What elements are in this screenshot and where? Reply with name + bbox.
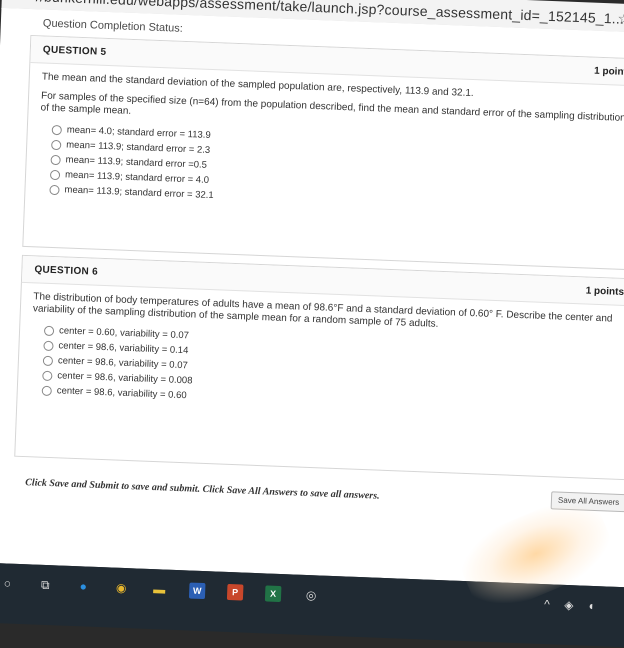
question-5-panel: QUESTION 5 1 points The mean and the sta…: [22, 34, 624, 271]
question-5-body: The mean and the standard deviation of t…: [25, 63, 624, 227]
chevron-up-icon[interactable]: ^: [539, 596, 556, 613]
volume-icon[interactable]: ◖: [583, 598, 600, 615]
question-6-points: 1 points: [585, 285, 624, 298]
excel-icon[interactable]: X: [264, 585, 282, 603]
bookmark-star-icon[interactable]: ☆: [617, 10, 624, 29]
save-all-answers-button[interactable]: Save All Answers: [550, 491, 624, 513]
task-view-icon[interactable]: ⧉: [37, 577, 54, 594]
radio-button[interactable]: [42, 355, 54, 366]
media-icon[interactable]: ◎: [303, 587, 320, 604]
question-5-title: QUESTION 5: [42, 44, 107, 58]
question-6-panel: QUESTION 6 1 points The distribution of …: [14, 254, 624, 481]
radio-button[interactable]: [49, 184, 60, 195]
option-label: mean= 113.9; standard error = 32.1: [64, 183, 214, 201]
save-instructions: Click Save and Submit to save and submit…: [25, 477, 380, 502]
radio-button[interactable]: [43, 340, 54, 351]
chrome-icon[interactable]: ◉: [113, 580, 130, 597]
word-icon[interactable]: W: [188, 582, 206, 600]
question-6-body: The distribution of body temperatures of…: [17, 283, 624, 428]
question-6-title: QUESTION 6: [34, 264, 99, 278]
radio-button[interactable]: [42, 370, 53, 381]
option-label: center = 98.6, variability = 0.60: [56, 384, 187, 401]
screen: //bunkerhill.edu/webapps/assessment/take…: [0, 0, 624, 648]
search-icon[interactable]: ○: [0, 575, 16, 592]
radio-button[interactable]: [50, 154, 61, 165]
radio-button[interactable]: [49, 169, 61, 180]
question-5-points: 1 points: [593, 65, 624, 79]
radio-button[interactable]: [41, 385, 52, 396]
network-icon[interactable]: ◈: [561, 597, 578, 614]
radio-button[interactable]: [51, 139, 62, 150]
assessment-page: Question Completion Status: QUESTION 5 1…: [0, 7, 624, 588]
radio-button[interactable]: [51, 124, 63, 135]
radio-button[interactable]: [43, 325, 55, 336]
question-completion-status[interactable]: Question Completion Status:: [43, 17, 183, 34]
edge-icon[interactable]: ●: [75, 578, 92, 595]
file-explorer-icon[interactable]: ▬: [151, 581, 168, 598]
powerpoint-icon[interactable]: P: [226, 583, 244, 601]
